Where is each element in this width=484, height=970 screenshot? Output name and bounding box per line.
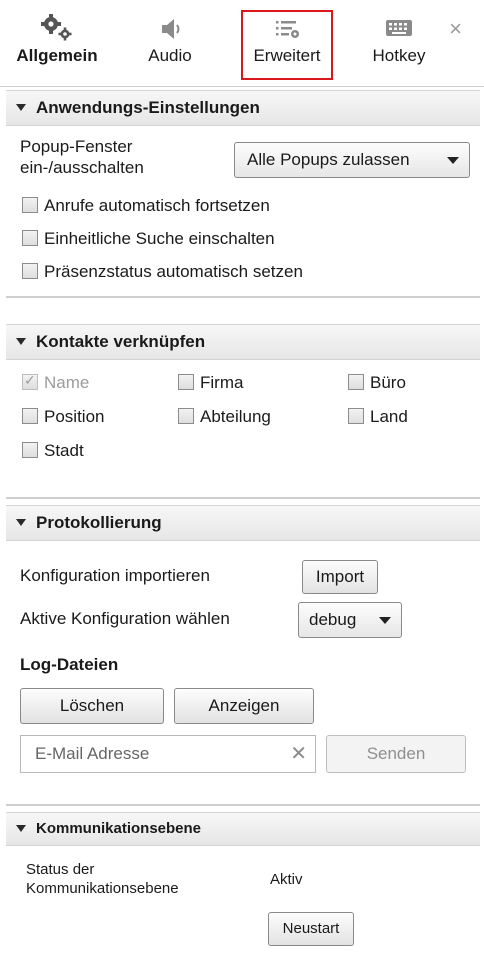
import-button[interactable]: Import	[302, 560, 378, 594]
checkbox-box	[348, 408, 364, 424]
gears-icon	[41, 14, 72, 41]
checkbox-label: Firma	[200, 373, 244, 392]
checkbox-contact-name: ✓ Name	[22, 371, 89, 395]
collapse-triangle-icon	[16, 104, 26, 112]
checkbox-box	[348, 374, 364, 390]
advanced-settings-icon	[276, 21, 299, 38]
checkbox-label: Position	[44, 407, 105, 426]
checkbox-label: Präsenzstatus automatisch setzen	[44, 262, 303, 281]
checkbox-box	[22, 230, 38, 246]
tab-audio[interactable]: Audio	[138, 12, 202, 78]
section-header-app-settings[interactable]: Anwendungs-Einstellungen	[6, 90, 480, 126]
checkbox-contact-stadt[interactable]: Stadt	[22, 439, 84, 463]
checkbox-box: ✓	[22, 372, 38, 390]
divider	[6, 497, 480, 499]
section-header-contacts[interactable]: Kontakte verknüpfen	[6, 324, 480, 360]
checkbox-label: Land	[370, 407, 408, 426]
status-label-line1: Status der	[26, 861, 95, 878]
clear-icon[interactable]: ✕	[290, 736, 307, 772]
section-title: Kommunikationsebene	[36, 820, 202, 837]
keyboard-icon	[386, 20, 412, 36]
checkbox-contact-abteilung[interactable]: Abteilung	[178, 405, 271, 429]
checkbox-label: Stadt	[44, 441, 84, 460]
checkbox-contact-buero[interactable]: Büro	[348, 371, 406, 395]
checkbox-box	[178, 374, 194, 390]
checkbox-contact-firma[interactable]: Firma	[178, 371, 243, 395]
popup-mode-value: Alle Popups zulassen	[247, 150, 410, 169]
tab-label: Allgemein	[16, 46, 98, 65]
close-icon[interactable]: ×	[449, 18, 462, 40]
restart-button[interactable]: Neustart	[268, 912, 354, 946]
checkbox-box	[22, 408, 38, 424]
active-config-label: Aktive Konfiguration wählen	[20, 609, 230, 628]
section-header-logging[interactable]: Protokollierung	[6, 505, 480, 541]
checkbox-label: Name	[44, 373, 90, 392]
tab-bar: Allgemein Audio Erweitert Hotkey ×	[0, 0, 484, 84]
import-config-label: Konfiguration importieren	[20, 566, 210, 585]
send-button[interactable]: Senden	[326, 735, 466, 773]
tab-allgemein[interactable]: Allgemein	[12, 12, 102, 78]
checkbox-contact-land[interactable]: Land	[348, 405, 408, 429]
logfiles-heading: Log-Dateien	[20, 655, 119, 674]
checkbox-contact-position[interactable]: Position	[22, 405, 104, 429]
section-title: Kontakte verknüpfen	[36, 332, 206, 351]
show-logs-button[interactable]: Anzeigen	[174, 688, 314, 724]
chevron-down-icon	[379, 617, 391, 624]
checkmark-icon: ✓	[24, 372, 36, 388]
checkbox-unified-search[interactable]: Einheitliche Suche einschalten	[22, 227, 275, 251]
divider	[6, 296, 480, 298]
popup-mode-select[interactable]: Alle Popups zulassen	[234, 142, 470, 178]
active-config-value: debug	[309, 610, 357, 629]
tab-erweitert[interactable]: Erweitert	[241, 10, 333, 80]
delete-logs-button[interactable]: Löschen	[20, 688, 164, 724]
checkbox-label: Einheitliche Suche einschalten	[44, 229, 275, 248]
section-title: Protokollierung	[36, 513, 162, 532]
collapse-triangle-icon	[16, 519, 26, 527]
checkbox-label: Abteilung	[200, 407, 271, 426]
status-label-line2: Kommunikationsebene	[26, 880, 179, 897]
speaker-icon	[162, 19, 180, 39]
checkbox-box	[22, 263, 38, 279]
email-placeholder: E-Mail Adresse	[35, 744, 150, 763]
checkbox-label: Büro	[370, 373, 406, 392]
status-value: Aktiv	[270, 871, 303, 888]
popup-label-line2: ein-/ausschalten	[20, 158, 144, 177]
section-header-comm-layer[interactable]: Kommunikationsebene	[6, 812, 480, 846]
collapse-triangle-icon	[16, 824, 26, 832]
section-title: Anwendungs-Einstellungen	[36, 98, 260, 117]
checkbox-label: Anrufe automatisch fortsetzen	[44, 196, 270, 215]
chevron-down-icon	[447, 157, 459, 164]
active-config-select[interactable]: debug	[298, 602, 402, 638]
checkbox-auto-resume-calls[interactable]: Anrufe automatisch fortsetzen	[22, 194, 270, 218]
checkbox-box	[178, 408, 194, 424]
divider	[6, 804, 480, 806]
collapse-triangle-icon	[16, 338, 26, 346]
email-address-input[interactable]: E-Mail Adresse ✕	[20, 735, 316, 773]
tab-label: Audio	[148, 46, 192, 65]
checkbox-box	[22, 442, 38, 458]
tab-label: Hotkey	[372, 46, 426, 65]
tab-hotkey[interactable]: Hotkey	[365, 12, 433, 78]
checkbox-box	[22, 197, 38, 213]
tab-label: Erweitert	[253, 46, 321, 65]
popup-label-line1: Popup-Fenster	[20, 137, 133, 156]
divider	[0, 86, 484, 87]
checkbox-auto-presence[interactable]: Präsenzstatus automatisch setzen	[22, 260, 303, 284]
